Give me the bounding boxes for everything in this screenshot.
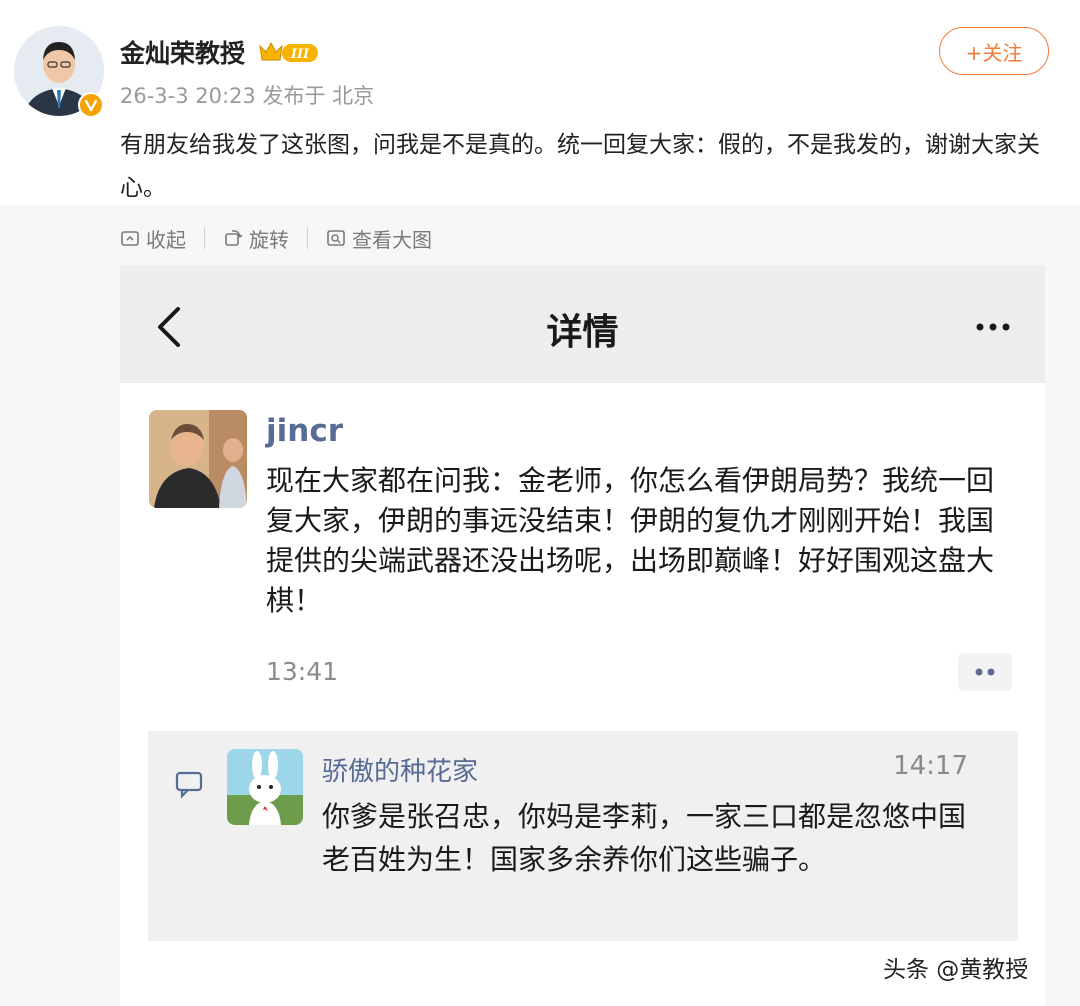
comment-icon — [175, 771, 203, 799]
crown-level-badge: III — [259, 41, 318, 62]
comment-box: 骄傲的种花家 14:17 你爹是张召忠，你妈是李莉，一家三口都是忽悠中国老百姓为… — [148, 731, 1018, 941]
view-large-label: 查看大图 — [352, 227, 432, 252]
svg-text:III: III — [290, 47, 310, 62]
watermark: 头条 @黄教授 — [883, 957, 1029, 983]
image-toolbar: 收起 旋转 查看大图 — [120, 222, 432, 254]
collapse-button[interactable]: 收起 — [120, 224, 186, 253]
rotate-icon — [225, 230, 243, 246]
more-icon — [976, 323, 1010, 331]
comment-time: 14:17 — [893, 751, 968, 781]
moment-time: 13:41 — [266, 657, 339, 686]
toolbar-divider — [307, 227, 308, 249]
screenshot-title: 详情 — [546, 312, 619, 353]
like-dots-icon — [958, 653, 1012, 691]
moment-text: 现在大家都在问我：金老师，你怎么看伊朗局势？我统一回复大家，伊朗的事远没结束！伊… — [266, 464, 995, 617]
rotate-button[interactable]: 旋转 — [223, 224, 289, 253]
commenter-avatar — [227, 749, 303, 825]
post-location: 发布于 北京 — [262, 84, 375, 108]
toolbar-divider — [204, 227, 205, 249]
rotate-label: 旋转 — [249, 227, 289, 252]
commenter-name: 骄傲的种花家 — [322, 757, 479, 787]
follow-button[interactable]: +关注 — [939, 27, 1049, 75]
verified-icon — [78, 92, 104, 118]
post-timestamp: 26-3-3 20:23 — [120, 84, 256, 108]
view-large-button[interactable]: 查看大图 — [326, 224, 432, 253]
post-text: 有朋友给我发了这张图，问我是不是真的。统一回复大家：假的，不是我发的，谢谢大家关… — [120, 132, 1040, 201]
moment-author-name: jincr — [266, 413, 343, 449]
collapse-label: 收起 — [146, 227, 186, 252]
comment-text: 你爹是张召忠，你妈是李莉，一家三口都是忽悠中国老百姓为生！国家多余养你们这些骗子… — [322, 800, 967, 876]
collapse-icon — [121, 231, 139, 246]
post-meta: 26-3-3 20:23 发布于 北京 — [120, 80, 374, 110]
author-name[interactable]: 金灿荣教授 — [120, 34, 245, 70]
embedded-screenshot[interactable]: 详情 jincr 现在大家都在问我：金老师，你怎么看伊朗局势？我统一回复大家，伊… — [120, 265, 1045, 1006]
view-large-icon — [327, 230, 345, 246]
moment-author-avatar — [149, 410, 247, 508]
